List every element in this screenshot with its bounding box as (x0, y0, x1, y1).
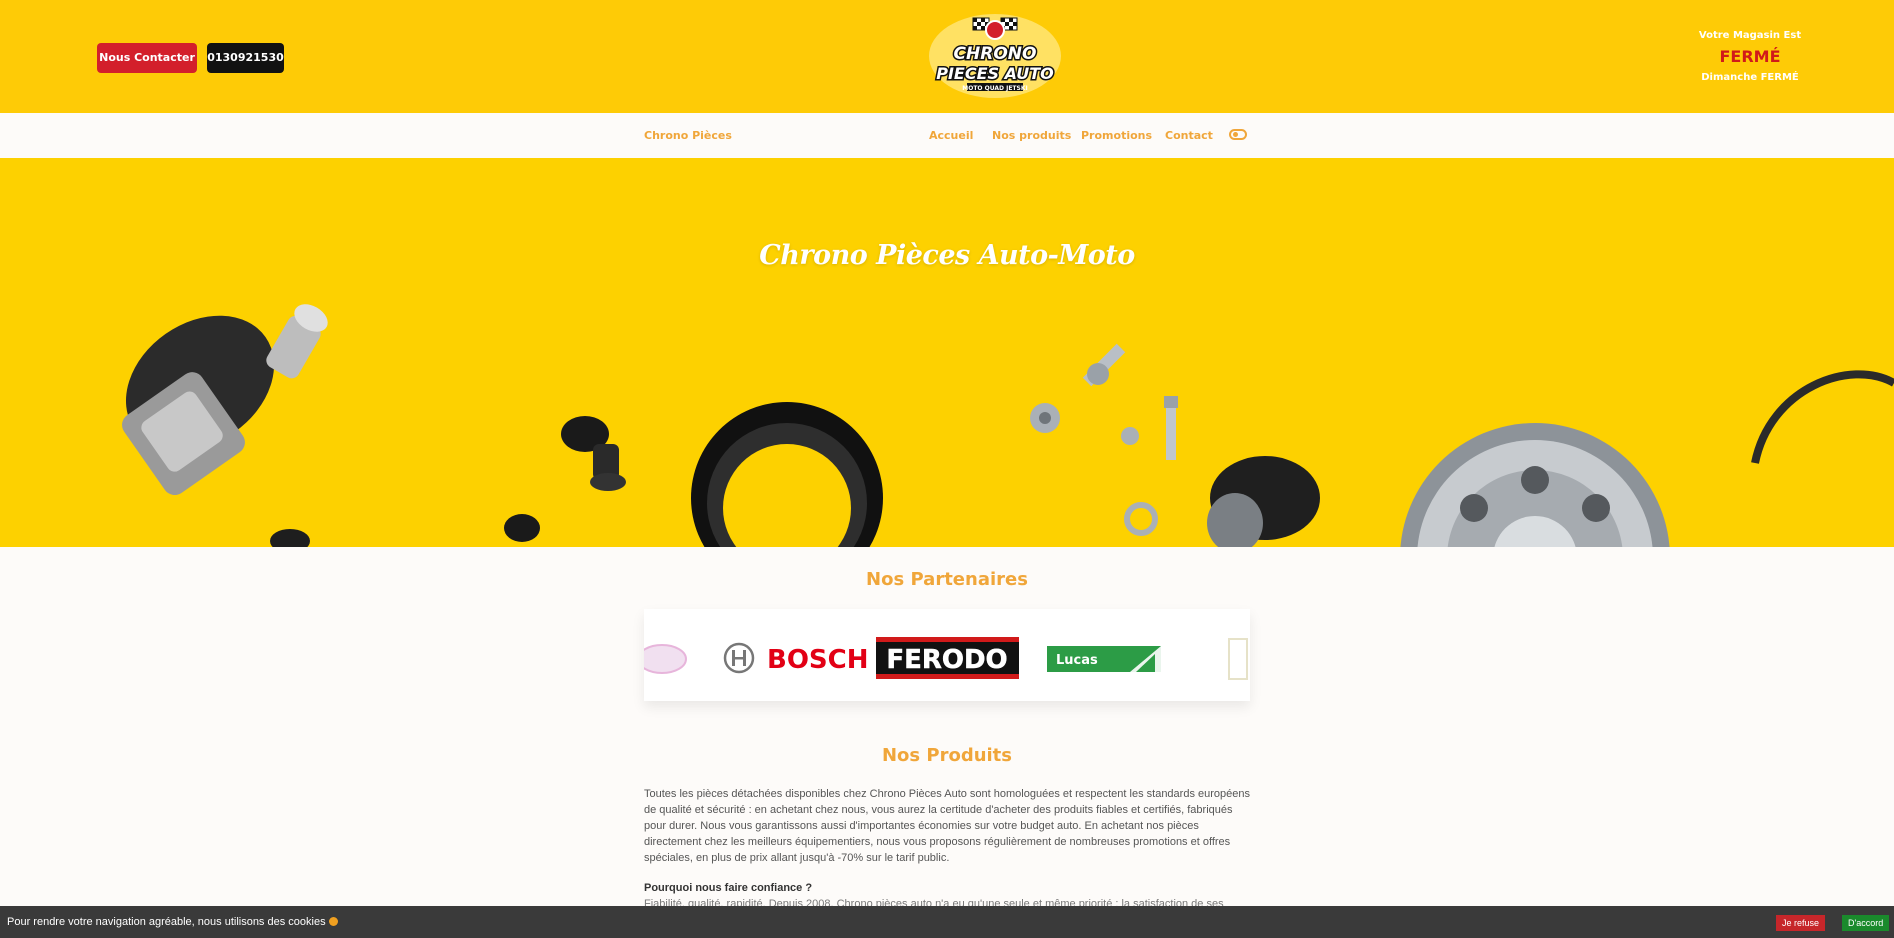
store-status-value: FERMÉ (1719, 47, 1781, 66)
partners-title: Nos Partenaires (866, 569, 1028, 590)
theme-toggle[interactable] (1229, 129, 1247, 140)
svg-text:CHRONO: CHRONO (954, 44, 1037, 64)
partner-logo-lucas[interactable]: Lucas (1047, 646, 1161, 672)
top-bar: Nous Contacter 0130921530 CHRONO PIECES … (0, 0, 1894, 113)
site-logo[interactable]: CHRONO PIECES AUTO MOTO QUAD JETSKI (925, 8, 1065, 98)
svg-text:FERODO: FERODO (886, 645, 1007, 675)
ball-joint-part (122, 304, 328, 547)
svg-text:Lucas: Lucas (1056, 653, 1098, 668)
stopwatch-icon (985, 20, 1005, 40)
partner-logo-partial (644, 644, 687, 674)
svg-text:PIECES AUTO: PIECES AUTO (936, 64, 1054, 83)
store-status-today: Dimanche FERMÉ (1701, 72, 1799, 83)
oil-filter-part (1400, 423, 1670, 547)
cookie-accept-button[interactable]: D'accord (1842, 915, 1890, 931)
contact-button[interactable]: Nous Contacter (97, 43, 197, 73)
cookie-refuse-button[interactable]: Je refuse (1776, 915, 1826, 931)
store-status-label: Votre Magasin Est (1698, 30, 1802, 41)
why-trust-heading: Pourquoi nous faire confiance ? (644, 882, 813, 894)
cookie-banner: Pour rendre votre navigation agréable, n… (0, 906, 1894, 938)
partners-carousel[interactable]: BOSCH FERODO Lucas (644, 609, 1250, 701)
nav-item-nos-produits[interactable]: Nos produits (992, 129, 1071, 142)
nav-item-contact[interactable]: Contact (1165, 129, 1213, 142)
nav-item-accueil[interactable]: Accueil (929, 129, 973, 142)
partner-logo-partial (1228, 638, 1248, 680)
bushing-part (1207, 456, 1320, 547)
bolts-and-nuts-parts (1030, 343, 1178, 536)
phone-button[interactable]: 0130921530 (207, 43, 284, 73)
partner-logo-ferodo[interactable]: FERODO (876, 637, 1019, 679)
partner-logo-bosch[interactable]: BOSCH (723, 642, 869, 675)
hero-title: Chrono Pièces Auto-Moto (759, 240, 1135, 271)
products-title: Nos Produits (881, 745, 1013, 766)
cookie-text: Pour rendre votre navigation agréable, n… (7, 916, 338, 928)
svg-text:MOTO QUAD JETSKI: MOTO QUAD JETSKI (962, 85, 1027, 92)
hero-banner: Chrono Pièces Auto-Moto (0, 158, 1894, 547)
svg-text:BOSCH: BOSCH (767, 645, 869, 675)
nav-item-promotions[interactable]: Promotions (1081, 129, 1152, 142)
cookie-icon (328, 917, 338, 926)
nav-brand[interactable]: Chrono Pièces (644, 129, 732, 142)
hero-image (122, 304, 1894, 547)
products-description: Toutes les pièces détachées disponibles … (644, 788, 1250, 864)
oil-seal-ring-part (691, 402, 883, 547)
main-nav: Chrono Pièces Accueil Nos produits Promo… (0, 113, 1894, 158)
clip-part (504, 416, 626, 542)
store-status: Votre Magasin Est FERMÉ Dimanche FERMÉ (1660, 30, 1840, 83)
clamp-ring-part (1751, 370, 1894, 464)
